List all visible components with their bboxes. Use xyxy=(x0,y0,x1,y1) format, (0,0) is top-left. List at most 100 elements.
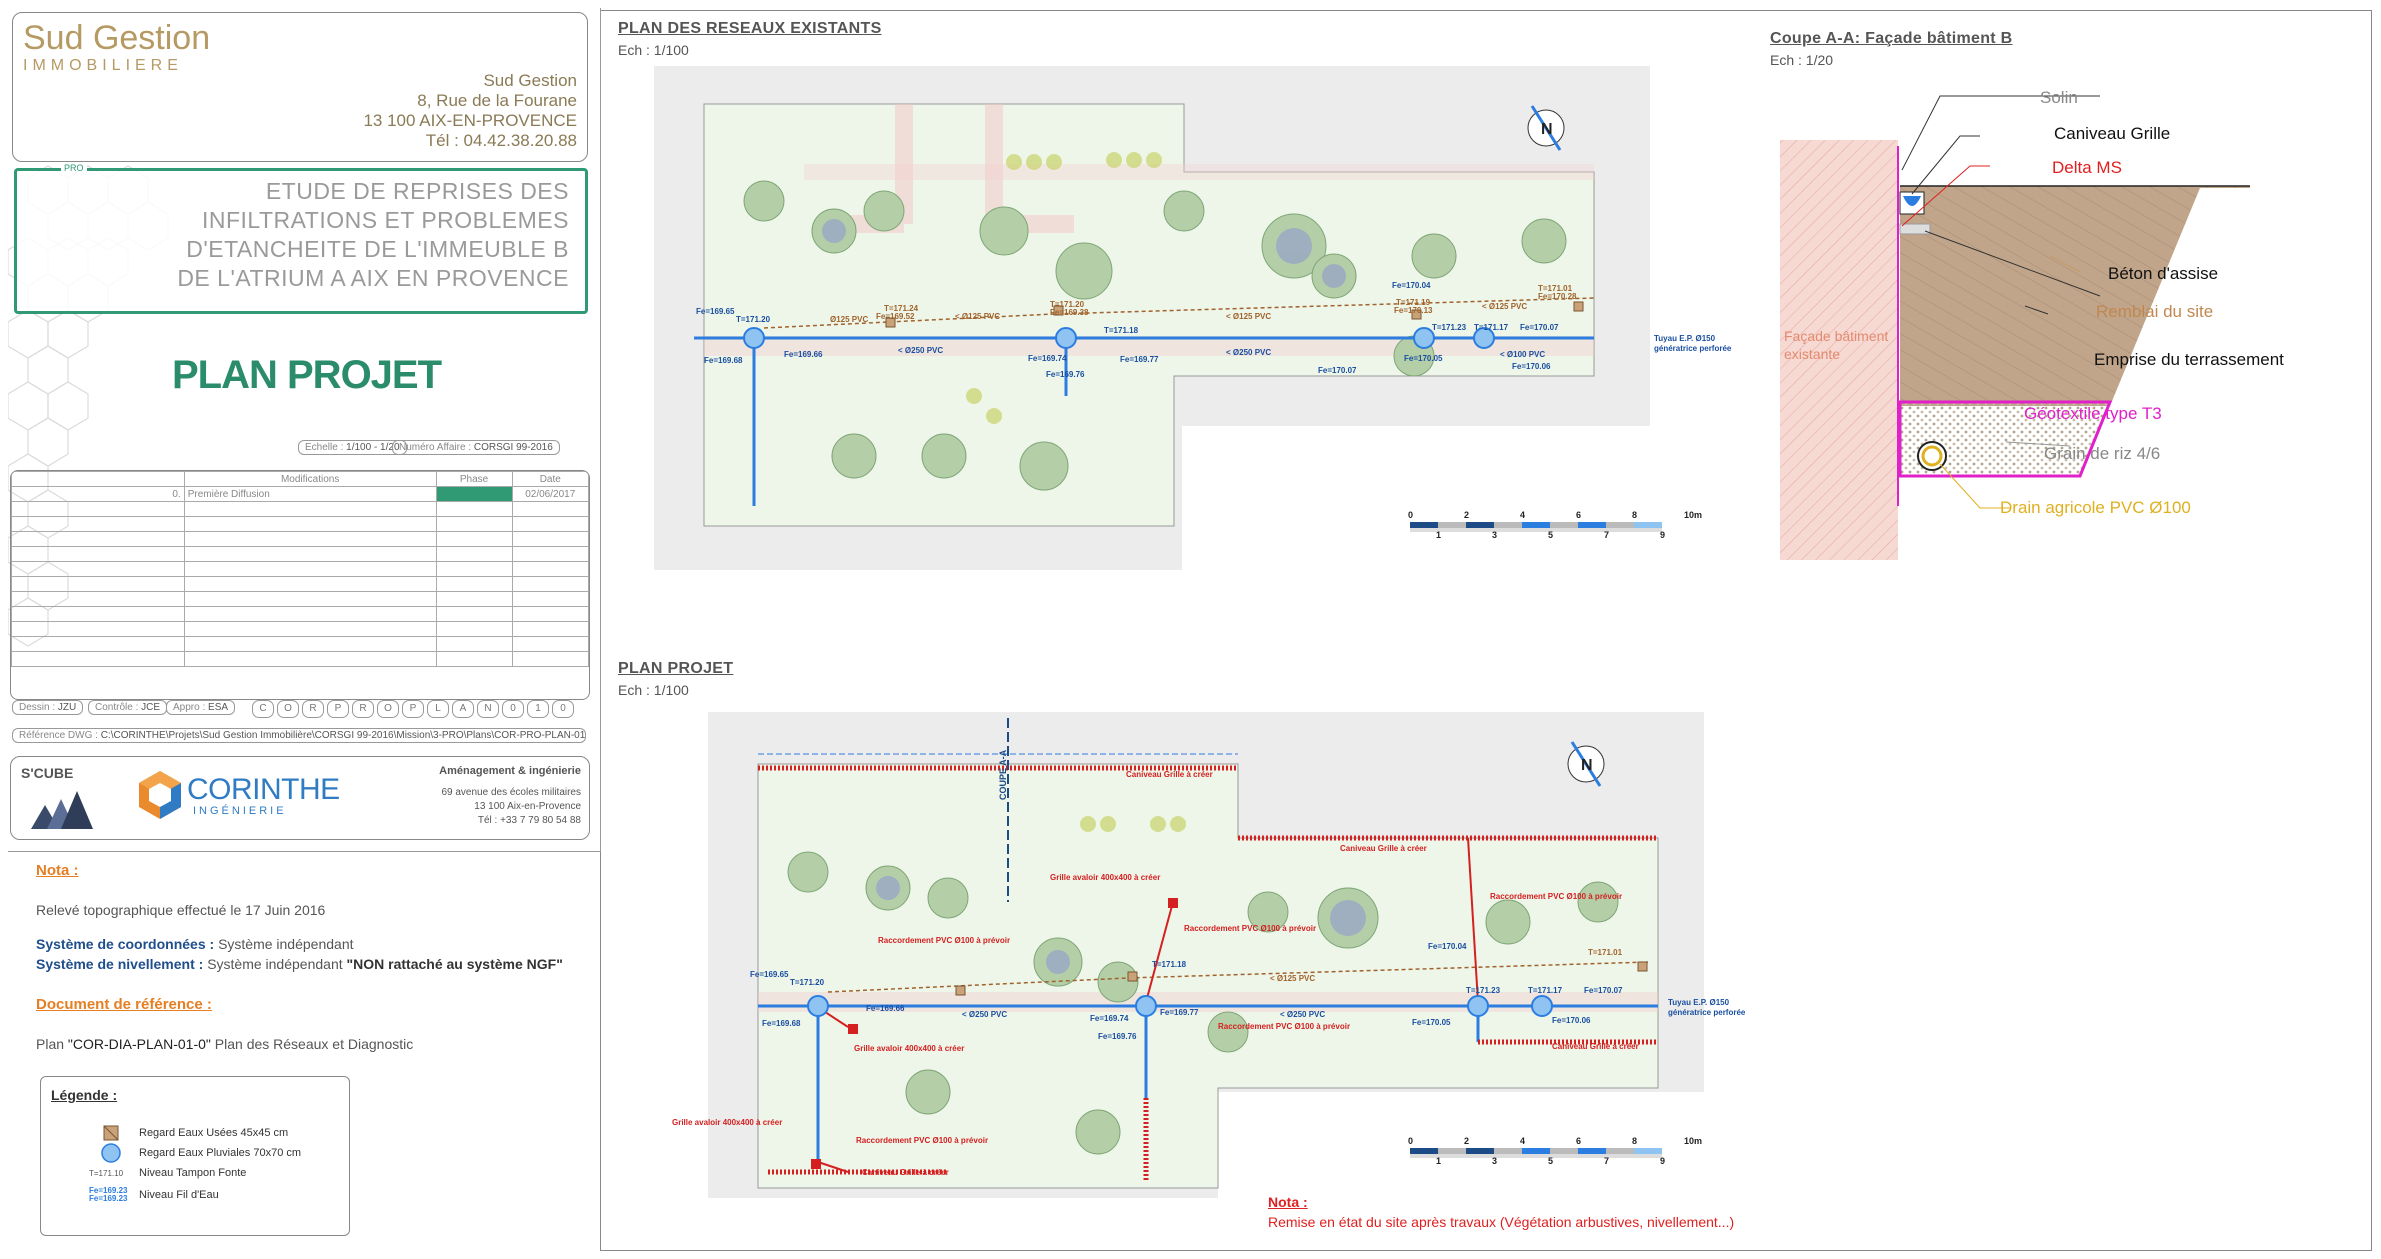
plan-label-pvc250-a: < Ø250 PVC xyxy=(962,1010,1008,1019)
label-fe-9b: Fe=170.07 xyxy=(1318,366,1357,375)
plan-existing-drawing: N xyxy=(654,66,1650,570)
affaire-pill: Numéro Affaire : CORSGI 99-2016 xyxy=(392,440,560,455)
partner-city: 13 100 Aix-en-Provence xyxy=(474,801,581,812)
company-address-city: 13 100 AIX-EN-PROVENCE xyxy=(363,111,577,130)
code-cell: R xyxy=(302,700,324,718)
plan-label-fe-7: Fe=170.04 xyxy=(1428,942,1467,951)
scale-top-10: 10m xyxy=(1684,510,1703,520)
scale-top-6: 6 xyxy=(1576,510,1582,520)
grille-label-1: Grille avaloir 400x400 à créer xyxy=(1050,873,1161,882)
company-address-name: Sud Gestion xyxy=(483,71,577,90)
label-fe-6: Fe=169.77 xyxy=(1120,355,1159,364)
caniveau-label-1: Caniveau Grille à créer xyxy=(1126,770,1213,779)
label-tuyau-1: Tuyau E.P. Ø150 xyxy=(1654,334,1716,343)
nivel-quote: "NON rattaché au système NGF" xyxy=(346,956,563,972)
modifications-table-box: Modifications Phase Date 0. Première Dif… xyxy=(10,470,590,700)
plan-projet-title: PLAN PROJET xyxy=(618,660,734,677)
appro-pill: Appro : ESA xyxy=(166,700,236,715)
label-fe-12: Fe=169.38 xyxy=(1050,308,1089,317)
scale-top-8: 8 xyxy=(1632,510,1638,520)
coupe-facade-1: Façade bâtiment xyxy=(1784,328,1889,344)
project-line-3: D'ETANCHEITE DE L'IMMEUBLE B xyxy=(186,236,569,262)
fe-sample-2: Fe=169.23 xyxy=(89,1194,128,1203)
controle-pill: Contrôle : JCE xyxy=(88,700,168,715)
coupe-geotextile: Géotextile type T3 xyxy=(2024,404,2162,423)
scale2-bottom-7: 7 xyxy=(1604,1156,1610,1166)
coupe-scale: Ech : 1/20 xyxy=(1770,52,1834,68)
controle-value: JCE xyxy=(141,702,161,713)
plan-label-tuyau-2: génératrice perforée xyxy=(1668,1008,1746,1017)
mod-header: Modifications xyxy=(183,471,437,487)
plan-nota-text: Remise en état du site après travaux (Vé… xyxy=(1268,1214,1735,1230)
phase-header: Phase xyxy=(435,471,513,487)
code-cell: O xyxy=(377,700,399,718)
raccordement-label-2: Raccordement PVC Ø100 à prévoir xyxy=(1490,892,1623,901)
plan-label-t-4: T=171.18 xyxy=(1152,960,1187,969)
nivel-value: Système indépendant xyxy=(207,956,343,972)
code-cell: O xyxy=(277,700,299,718)
coupe-solin: Solin xyxy=(2040,88,2078,107)
label-fe-8: Fe=170.05 xyxy=(1404,354,1443,363)
scale2-bottom-5: 5 xyxy=(1548,1156,1554,1166)
scube-logo-text: S'CUBE xyxy=(21,765,74,781)
plan-label-fe-6: Fe=169.77 xyxy=(1160,1008,1199,1017)
mod-text: Première Diffusion xyxy=(183,486,437,502)
scale-bottom-3: 3 xyxy=(1492,530,1498,540)
label-pvc125-b: < Ø125 PVC xyxy=(955,312,1001,321)
label-fe-11: Fe=169.52 xyxy=(876,312,915,321)
coupe-emprise: Emprise du terrassement xyxy=(2094,350,2284,369)
regard-ep-icon xyxy=(101,1143,121,1163)
label-t-6: T=171.23 xyxy=(1432,323,1467,332)
label-pvc125-d: < Ø125 PVC xyxy=(1482,302,1528,311)
label-fe-1: Fe=169.65 xyxy=(696,307,735,316)
label-t-7: T=171.17 xyxy=(1474,323,1509,332)
coupe-facade-2: existante xyxy=(1784,346,1841,362)
code-cell: P xyxy=(327,700,349,718)
corinthe-logo-icon xyxy=(139,771,181,819)
docref-ref: "COR-DIA-PLAN-01-0" xyxy=(67,1036,211,1052)
dessin-value: JZU xyxy=(57,702,77,713)
plan-label-tuyau-1: Tuyau E.P. Ø150 xyxy=(1668,998,1730,1007)
svg-text:N: N xyxy=(1541,121,1553,138)
sheet-title: PLAN PROJET xyxy=(172,353,442,397)
plan-label-t-6: T=171.23 xyxy=(1466,986,1501,995)
coord-note: Système de coordonnées : Système indépen… xyxy=(36,936,354,952)
phase-cell xyxy=(435,486,513,502)
scale2-bottom-1: 1 xyxy=(1436,1156,1442,1166)
svg-text:N: N xyxy=(1581,757,1593,774)
nivel-label: Système de nivellement : xyxy=(36,956,204,972)
nivel-note: Système de nivellement : Système indépen… xyxy=(36,956,563,972)
grille-label-2: Grille avaloir 400x400 à créer xyxy=(854,1044,965,1053)
scale-top-2: 2 xyxy=(1464,510,1470,520)
label-pvc125-c: < Ø125 PVC xyxy=(1226,312,1272,321)
docref-prefix: Plan xyxy=(36,1036,65,1052)
scale2-top-4: 4 xyxy=(1520,1136,1526,1146)
date-header: Date xyxy=(511,471,589,487)
plan-label-fe-9: Fe=170.07 xyxy=(1584,986,1623,995)
nota-heading: Nota : xyxy=(36,862,79,879)
partner-street: 69 avenue des écoles militaires xyxy=(441,787,581,798)
project-description: ETUDE DE REPRISES DES INFILTRATIONS ET P… xyxy=(149,177,569,293)
dessin-label: Dessin : xyxy=(19,702,56,713)
plan-existing-scale: Ech : 1/100 xyxy=(618,42,689,58)
dwg-label: Référence DWG : xyxy=(19,730,98,741)
plan-label-t-1: T=171.20 xyxy=(790,978,825,987)
scale-bottom-7: 7 xyxy=(1604,530,1610,540)
plan-label-fe-8: Fe=170.05 xyxy=(1412,1018,1451,1027)
coupe-grain: Grain de riz 4/6 xyxy=(2044,444,2161,463)
label-fe-5: Fe=169.76 xyxy=(1046,370,1085,379)
code-cell: P xyxy=(402,700,424,718)
scale2-top-6: 6 xyxy=(1576,1136,1582,1146)
code-cell: 0 xyxy=(552,700,574,718)
scale-bar-existing xyxy=(1408,506,1668,555)
mod-date: 02/06/2017 xyxy=(511,486,589,502)
affaire-value: CORSGI 99-2016 xyxy=(473,442,553,453)
label-fe-14: Fe=170.28 xyxy=(1538,292,1577,301)
corinthe-logo-sub: INGÉNIERIE xyxy=(193,805,287,817)
coupe-beton: Béton d'assise xyxy=(2108,264,2219,283)
scale-top-4: 4 xyxy=(1520,510,1526,520)
caniveau-label-4: Caniveau Grille à créer xyxy=(1552,1042,1639,1051)
plan-label-pvc125: < Ø125 PVC xyxy=(1270,974,1316,983)
plan-label-fe-1: Fe=169.65 xyxy=(750,970,789,979)
raccordement-label-4: Raccordement PVC Ø100 à prévoir xyxy=(1218,1022,1351,1031)
